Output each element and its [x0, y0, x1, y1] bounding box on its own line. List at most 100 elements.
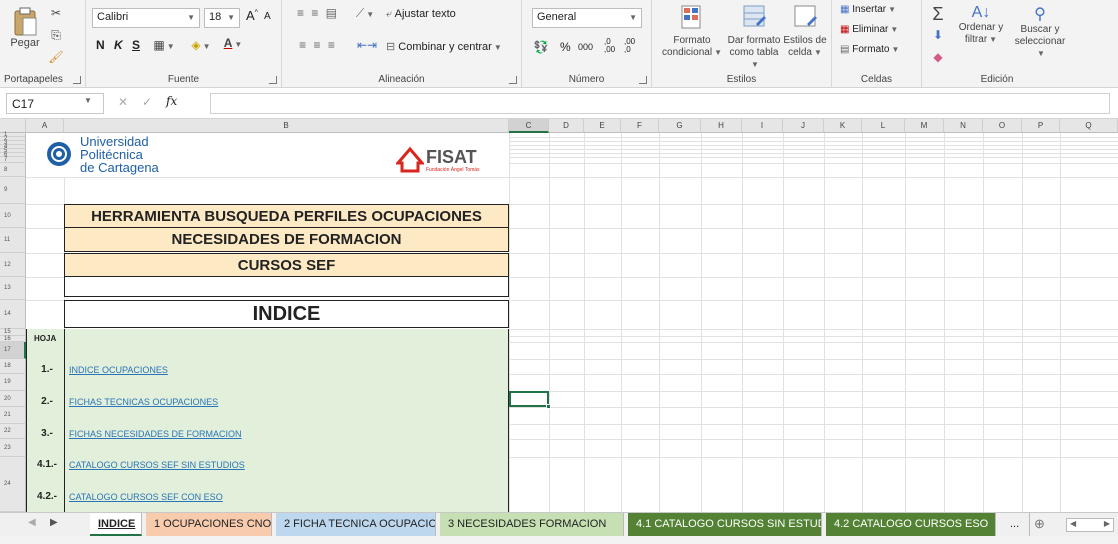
- font-color-button[interactable]: A ▼: [218, 36, 248, 50]
- enter-icon[interactable]: ✓: [142, 95, 152, 109]
- column-header-p[interactable]: P: [1022, 119, 1060, 133]
- row-header-19[interactable]: 19: [0, 374, 26, 391]
- format-as-table-button[interactable]: Dar formato como tabla▼: [726, 4, 782, 71]
- italic-button[interactable]: K: [114, 38, 123, 52]
- column-header-h[interactable]: H: [701, 119, 742, 133]
- fill-color-icon[interactable]: ◈ ▼: [186, 38, 216, 52]
- formula-input[interactable]: [210, 93, 1110, 114]
- prev-sheet-icon[interactable]: ◀: [28, 517, 36, 528]
- column-header-j[interactable]: J: [783, 119, 824, 133]
- format-painter-icon[interactable]: 🖌: [48, 50, 64, 64]
- font-name-select[interactable]: Calibri ▼: [92, 8, 200, 28]
- delete-button[interactable]: ▦ Eliminar ▼: [840, 24, 898, 35]
- scroll-right-icon[interactable]: ▶: [1104, 519, 1110, 528]
- column-header-a[interactable]: A: [26, 119, 64, 133]
- orientation-icon[interactable]: ⟋ ▼: [352, 6, 378, 21]
- shrink-font-button[interactable]: A: [264, 11, 271, 22]
- find-select-button[interactable]: ⚲ Buscar y seleccionar▼: [1010, 4, 1070, 60]
- row-header-11[interactable]: 11: [0, 228, 26, 253]
- clipboard-launcher-icon[interactable]: [73, 76, 81, 84]
- index-entry-link[interactable]: FICHAS TECNICAS OCUPACIONES: [69, 397, 218, 407]
- grow-font-button[interactable]: A^: [246, 8, 258, 23]
- underline-button[interactable]: S: [132, 38, 140, 52]
- sheet-tab[interactable]: 3 NECESIDADES FORMACION: [440, 513, 624, 536]
- sheet-tab[interactable]: 4.1 CATALOGO CURSOS SIN ESTUDI: [628, 513, 822, 536]
- row-header-20[interactable]: 20: [0, 391, 26, 407]
- column-header-l[interactable]: L: [862, 119, 905, 133]
- row-header-22[interactable]: 22: [0, 424, 26, 439]
- alignment-launcher-icon[interactable]: [509, 76, 517, 84]
- column-header-c[interactable]: C: [509, 119, 549, 133]
- currency-icon[interactable]: 💱: [530, 40, 552, 54]
- row-header-14[interactable]: 14: [0, 300, 26, 329]
- increase-decimal-button[interactable]: ,0 ,00: [604, 38, 622, 54]
- percent-button[interactable]: %: [560, 40, 571, 54]
- wrap-text-button[interactable]: ⤶ Ajustar texto: [386, 8, 456, 21]
- row-header-8[interactable]: 8: [0, 163, 26, 177]
- more-sheets-button[interactable]: ...: [1002, 513, 1030, 536]
- name-box-dropdown-icon[interactable]: ▼: [84, 96, 92, 105]
- index-entry-link[interactable]: INDICE OCUPACIONES: [69, 365, 168, 375]
- format-cells-button[interactable]: ▤ Formato ▼: [840, 44, 899, 55]
- sheet-tab[interactable]: 2 FICHA TECNICA OCUPACIONES: [276, 513, 436, 536]
- row-header-13[interactable]: 13: [0, 277, 26, 300]
- autosum-icon[interactable]: Σ: [928, 4, 948, 25]
- clear-icon[interactable]: ◆: [928, 50, 948, 64]
- column-header-b[interactable]: B: [64, 119, 509, 133]
- row-header-23[interactable]: 23: [0, 439, 26, 457]
- index-entry-link[interactable]: CATALOGO CURSOS SEF SIN ESTUDIOS: [69, 460, 245, 470]
- row-header-21[interactable]: 21: [0, 407, 26, 424]
- horizontal-align-icons[interactable]: ≡ ≡ ≡: [288, 38, 348, 52]
- column-header-i[interactable]: I: [742, 119, 783, 133]
- row-header-9[interactable]: 9: [0, 177, 26, 204]
- insert-function-button[interactable]: fx: [166, 94, 177, 108]
- thousands-button[interactable]: 000: [578, 42, 593, 52]
- index-title-cell[interactable]: INDICE: [64, 300, 509, 328]
- title-row-1[interactable]: HERRAMIENTA BUSQUEDA PERFILES OCUPACIONE…: [64, 204, 509, 228]
- sheet-tab[interactable]: 4.2 CATALOGO CURSOS ESO: [826, 513, 996, 536]
- copy-icon[interactable]: ⎘: [48, 28, 64, 43]
- horizontal-scrollbar[interactable]: ◀ ▶: [1066, 518, 1114, 532]
- merge-center-button[interactable]: ⊟ Combinar y centrar ▼: [386, 40, 502, 53]
- conditional-format-button[interactable]: Formato condicional ▼: [660, 4, 724, 59]
- fill-icon[interactable]: ⬇: [928, 28, 948, 42]
- selected-cell-c17[interactable]: [509, 391, 551, 409]
- bold-button[interactable]: N: [96, 38, 105, 52]
- index-entry-link[interactable]: FICHAS NECESIDADES DE FORMACION: [69, 429, 242, 439]
- title-row-2[interactable]: NECESIDADES DE FORMACION: [64, 228, 509, 252]
- row-header-24[interactable]: 24: [0, 457, 26, 512]
- font-launcher-icon[interactable]: [269, 76, 277, 84]
- spreadsheet-grid[interactable]: ABCDEFGHIJKLMNOPQ 1 2 3 4 5 6 7 8 9 10 11 12 13 14 15 1…: [0, 119, 1118, 512]
- column-header-d[interactable]: D: [549, 119, 584, 133]
- column-header-m[interactable]: M: [905, 119, 944, 133]
- blank-row-11[interactable]: [64, 277, 509, 297]
- column-header-k[interactable]: K: [824, 119, 862, 133]
- column-header-q[interactable]: Q: [1060, 119, 1118, 133]
- cancel-icon[interactable]: ✕: [118, 95, 128, 109]
- paste-button[interactable]: Pegar: [8, 6, 42, 62]
- sort-filter-button[interactable]: A↓ Ordenar y filtrar ▼: [956, 4, 1006, 46]
- borders-icon[interactable]: ▦ ▼: [152, 38, 176, 52]
- column-header-o[interactable]: O: [983, 119, 1022, 133]
- title-row-3[interactable]: CURSOS SEF: [64, 253, 509, 277]
- sheet-tab[interactable]: 1 OCUPACIONES CNO: [146, 513, 272, 536]
- column-header-g[interactable]: G: [659, 119, 701, 133]
- scroll-left-icon[interactable]: ◀: [1070, 519, 1076, 528]
- next-sheet-icon[interactable]: ▶: [50, 517, 58, 528]
- cut-icon[interactable]: ✂: [48, 6, 64, 20]
- number-launcher-icon[interactable]: [639, 76, 647, 84]
- number-format-select[interactable]: General ▼: [532, 8, 642, 28]
- indent-icons[interactable]: ⇤⇥: [352, 38, 382, 52]
- column-header-n[interactable]: N: [944, 119, 983, 133]
- sheet-tab[interactable]: INDICE: [90, 513, 142, 536]
- insert-button[interactable]: ▦ Insertar ▼: [840, 4, 896, 15]
- font-size-select[interactable]: 18 ▼: [204, 8, 240, 28]
- cell-styles-button[interactable]: Estilos de celda ▼: [780, 4, 830, 59]
- vertical-align-icons[interactable]: ≡ ≡ ▤: [288, 6, 348, 20]
- column-header-e[interactable]: E: [584, 119, 621, 133]
- fill-handle[interactable]: [546, 404, 551, 409]
- add-sheet-icon[interactable]: ⊕: [1034, 516, 1045, 532]
- row-header-10[interactable]: 10: [0, 204, 26, 228]
- row-header-17[interactable]: 17: [0, 342, 26, 359]
- row-header-18[interactable]: 18: [0, 359, 26, 374]
